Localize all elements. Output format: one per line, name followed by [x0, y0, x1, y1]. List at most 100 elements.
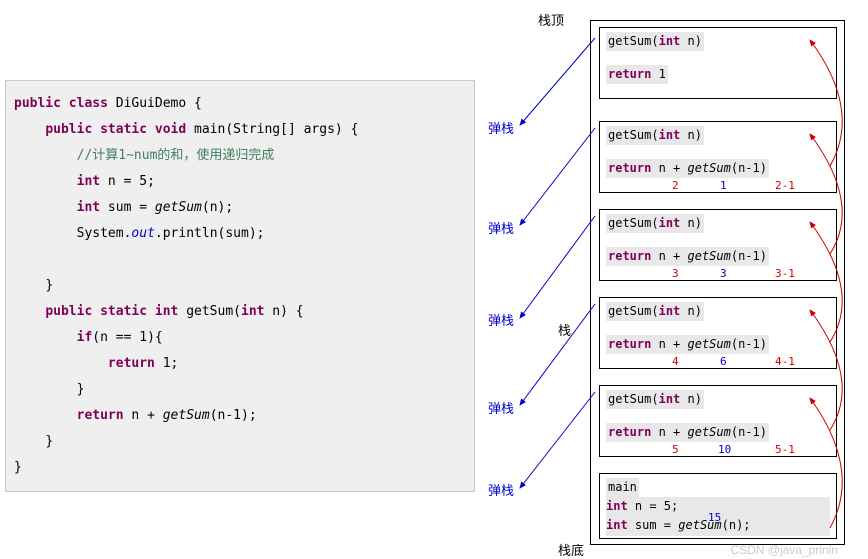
frame-return: return n + getSum(n-1): [606, 335, 830, 354]
param: n: [680, 304, 694, 318]
arg: (n-1): [731, 337, 767, 351]
expr: n +: [651, 249, 687, 263]
keyword: return: [608, 337, 651, 351]
pop-label: 弹栈: [488, 310, 514, 329]
expr: n +: [651, 425, 687, 439]
func-call: getSum: [687, 337, 730, 351]
code-line: return 1;: [14, 351, 466, 377]
code-text: (n == 1){: [92, 330, 162, 345]
func-name: getSum: [608, 216, 651, 230]
code-line: int sum = getSum(n);: [14, 195, 466, 221]
code-line: public static int getSum(int n) {: [14, 299, 466, 325]
code-line: public class DiGuiDemo {: [14, 91, 466, 117]
keyword: return: [608, 249, 651, 263]
brace: }: [77, 382, 85, 397]
expr: n +: [651, 337, 687, 351]
keyword: return: [108, 356, 155, 371]
ann-n: 5: [672, 441, 679, 459]
ann-n: 2: [672, 177, 679, 195]
code-text: n = 5;: [100, 174, 155, 189]
code-text: (n);: [202, 200, 233, 215]
code-text: .println(sum);: [155, 226, 265, 241]
stack-container: getSum(int n) return 1 getSum(int n) ret…: [590, 20, 845, 545]
stack-bottom-label: 栈底: [558, 540, 584, 559]
arg: (n);: [722, 518, 751, 532]
field: out: [131, 226, 154, 241]
keyword: public static void: [45, 122, 186, 137]
ann-ret: 15: [708, 509, 721, 527]
func-call: getSum: [155, 200, 202, 215]
stack-frame-4: getSum(int n) return n + getSum(n-1) 4 6…: [599, 297, 837, 369]
stack-label: 栈: [558, 320, 571, 339]
func-name: getSum: [608, 34, 651, 48]
brace: }: [45, 278, 53, 293]
param: n: [680, 216, 694, 230]
code-line: int n = 5;: [14, 169, 466, 195]
code-line: public static void main(String[] args) {: [14, 117, 466, 143]
func-name: getSum: [608, 392, 651, 406]
func-call: getSum: [687, 249, 730, 263]
keyword: return: [608, 67, 651, 81]
keyword: public class: [14, 96, 108, 111]
arg: (n-1): [731, 161, 767, 175]
keyword: public static int: [45, 304, 178, 319]
ann-ret: 3: [720, 265, 727, 283]
code-text: n) {: [264, 304, 303, 319]
ann-calc: 4-1: [775, 353, 795, 371]
keyword: return: [608, 161, 651, 175]
param: n: [680, 34, 694, 48]
func-call: getSum: [163, 408, 210, 423]
ann-calc: 2-1: [775, 177, 795, 195]
code-text: (n-1);: [210, 408, 257, 423]
stack-frame-3: getSum(int n) return n + getSum(n-1) 3 3…: [599, 209, 837, 281]
param: n: [680, 392, 694, 406]
code-text: sum =: [628, 518, 679, 532]
ann-ret: 6: [720, 353, 727, 371]
func-name: getSum: [608, 128, 651, 142]
pop-label: 弹栈: [488, 118, 514, 137]
frame-return: return n + getSum(n-1): [606, 247, 830, 266]
class-name: DiGuiDemo {: [108, 96, 202, 111]
pop-label: 弹栈: [488, 218, 514, 237]
frame-return: return n + getSum(n-1): [606, 423, 830, 442]
code-line: }: [14, 429, 466, 455]
type: int: [659, 216, 681, 230]
keyword: int: [77, 200, 100, 215]
keyword: int: [606, 499, 628, 513]
frame-sig: getSum(int n): [606, 32, 830, 51]
code-text: System.: [77, 226, 132, 241]
code-line: System.out.println(sum);: [14, 221, 466, 247]
main-label: main: [606, 478, 639, 497]
keyword: if: [77, 330, 93, 345]
code-line: //计算1~num的和，使用递归完成: [14, 143, 466, 169]
ann-calc: 3-1: [775, 265, 795, 283]
type: int: [659, 304, 681, 318]
expr: n +: [651, 161, 687, 175]
ann-ret: 10: [718, 441, 731, 459]
stack-top-label: 栈顶: [538, 10, 564, 29]
code-text: n = 5;: [628, 499, 679, 513]
type: int: [659, 128, 681, 142]
stack-frame-main: main int n = 5; int sum = getSum(n); 15: [599, 473, 837, 539]
func-call: getSum: [687, 161, 730, 175]
frame-sig: getSum(int n): [606, 126, 830, 145]
ann-ret: 1: [720, 177, 727, 195]
stack-frame-2: getSum(int n) return n + getSum(n-1) 2 1…: [599, 121, 837, 193]
pop-label: 弹栈: [488, 398, 514, 417]
code-text: n +: [124, 408, 163, 423]
type: int: [659, 392, 681, 406]
frame-return: return n + getSum(n-1): [606, 159, 830, 178]
method-sig: main(String[] args) {: [186, 122, 358, 137]
arg: (n-1): [731, 425, 767, 439]
code-line: }: [14, 377, 466, 403]
stack-frame-1: getSum(int n) return 1: [599, 27, 837, 99]
watermark: CSDN @java_prinln: [730, 543, 838, 557]
keyword: return: [608, 425, 651, 439]
code-text: sum =: [100, 200, 155, 215]
ann-n: 3: [672, 265, 679, 283]
param: n: [680, 128, 694, 142]
frame-return: return 1: [606, 65, 830, 84]
func-call: getSum: [687, 425, 730, 439]
brace: }: [45, 434, 53, 449]
frame-sig: getSum(int n): [606, 390, 830, 409]
